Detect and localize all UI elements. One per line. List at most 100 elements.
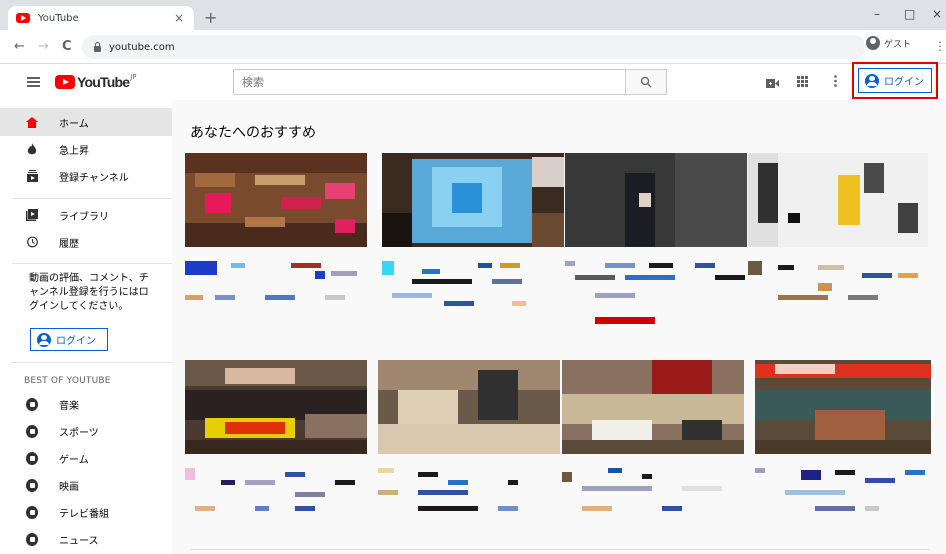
sidebar-login-button[interactable]: ログイン <box>30 328 108 351</box>
gaming-icon <box>26 451 38 465</box>
video-thumbnail[interactable] <box>185 360 367 454</box>
video-thumbnail[interactable] <box>382 153 564 247</box>
sidebar-item-label: 急上昇 <box>59 145 89 157</box>
video-card[interactable] <box>748 153 928 333</box>
search-bar <box>233 69 667 95</box>
guest-profile-icon <box>866 36 880 50</box>
video-card[interactable] <box>562 360 744 540</box>
hamburger-menu-icon[interactable] <box>27 77 40 87</box>
video-card[interactable] <box>755 360 931 540</box>
back-button[interactable]: ← <box>14 39 25 54</box>
history-icon <box>26 236 38 248</box>
close-window-button[interactable]: × <box>932 7 942 21</box>
sidebar-item-label: テレビ番組 <box>59 508 109 520</box>
address-bar[interactable]: youtube.com <box>82 35 866 59</box>
sports-icon <box>26 424 38 438</box>
video-card[interactable] <box>382 153 564 333</box>
music-icon <box>26 397 38 411</box>
search-input[interactable] <box>233 69 625 95</box>
tab-close-icon[interactable]: × <box>172 11 186 25</box>
logo-text: YouTube <box>77 74 130 90</box>
browser-tab[interactable]: YouTube × <box>8 6 194 30</box>
video-card[interactable] <box>185 360 367 540</box>
minimize-button[interactable]: – <box>874 7 880 21</box>
section-title: あなたへのおすすめ <box>190 125 316 141</box>
video-metadata <box>755 468 937 548</box>
tv-icon <box>26 505 38 519</box>
sidebar-item-gaming[interactable]: ゲーム <box>0 444 172 472</box>
account-circle-icon <box>37 332 51 347</box>
sidebar-item-sports[interactable]: スポーツ <box>0 417 172 445</box>
tab-title: YouTube <box>38 12 79 24</box>
sidebar-item-subscriptions[interactable]: 登録チャンネル <box>0 162 172 190</box>
main-content: あなたへのおすすめ <box>172 100 946 554</box>
video-thumbnail[interactable] <box>378 360 560 454</box>
sidebar-item-library[interactable]: ライブラリ <box>0 201 172 229</box>
youtube-logo[interactable]: YouTube JP <box>55 73 137 90</box>
movies-icon <box>26 478 38 492</box>
video-thumbnail[interactable] <box>565 153 747 247</box>
browser-menu-icon[interactable]: ⋮ <box>934 39 946 53</box>
login-button[interactable]: ログイン <box>858 68 932 93</box>
video-thumbnail[interactable] <box>185 153 367 247</box>
sidebar: ホーム 急上昇 登録チャンネル ライブラリ 履歴 動画の評価、コメント、チャンネ… <box>0 100 172 554</box>
new-tab-button[interactable]: + <box>204 8 217 27</box>
sidebar-item-tv-shows[interactable]: テレビ番組 <box>0 498 172 526</box>
reload-button[interactable]: C <box>62 39 72 54</box>
youtube-play-icon <box>55 75 75 89</box>
sidebar-item-label: 映画 <box>59 481 79 493</box>
video-metadata <box>562 468 744 548</box>
video-metadata <box>185 261 367 341</box>
video-metadata <box>382 261 564 341</box>
lock-icon <box>94 41 101 52</box>
profile-button[interactable]: ゲスト <box>866 36 911 50</box>
sidebar-item-label: ゲーム <box>59 454 89 466</box>
login-label: ログイン <box>884 77 924 88</box>
video-card[interactable] <box>565 153 747 333</box>
apps-icon[interactable] <box>797 76 808 90</box>
create-video-icon[interactable] <box>766 78 779 91</box>
browser-toolbar: ← → C youtube.com ゲスト ⋮ <box>0 30 946 64</box>
news-icon <box>26 532 38 546</box>
sidebar-divider <box>12 263 172 264</box>
sidebar-item-label: 登録チャンネル <box>59 172 129 184</box>
sidebar-divider <box>12 362 172 363</box>
sidebar-item-label: スポーツ <box>59 427 99 439</box>
video-thumbnail[interactable] <box>562 360 744 454</box>
video-thumbnail[interactable] <box>748 153 928 247</box>
youtube-masthead: YouTube JP <box>0 64 946 100</box>
video-card[interactable] <box>185 153 367 333</box>
sidebar-item-home[interactable]: ホーム <box>0 108 172 136</box>
login-highlight-box: ログイン <box>852 62 938 99</box>
sidebar-item-label: ライブラリ <box>59 211 109 223</box>
login-prompt-text: 動画の評価、コメント、チャンネル登録を行うにはログインしてください。 <box>29 273 149 312</box>
sidebar-item-label: ホーム <box>59 118 89 130</box>
sidebar-divider <box>12 198 172 199</box>
settings-menu-icon[interactable] <box>834 75 837 90</box>
forward-button[interactable]: → <box>38 39 49 54</box>
sidebar-item-music[interactable]: 音楽 <box>0 390 172 418</box>
video-metadata <box>378 468 560 548</box>
sidebar-item-trending[interactable]: 急上昇 <box>0 135 172 163</box>
trending-icon <box>26 143 38 155</box>
sidebar-item-label: 音楽 <box>59 400 79 412</box>
video-metadata <box>748 261 930 341</box>
login-label: ログイン <box>56 336 96 347</box>
video-card[interactable] <box>378 360 560 540</box>
browser-tab-strip: YouTube × + – □ × <box>0 0 946 30</box>
sidebar-item-label: 履歴 <box>59 238 79 250</box>
search-icon <box>640 76 652 88</box>
video-thumbnail[interactable] <box>755 360 931 454</box>
sidebar-item-news[interactable]: ニュース <box>0 525 172 553</box>
content-divider <box>190 549 930 550</box>
logo-region: JP <box>130 73 137 81</box>
sidebar-item-history[interactable]: 履歴 <box>0 228 172 256</box>
url-text: youtube.com <box>109 41 175 53</box>
video-metadata <box>565 261 747 341</box>
maximize-button[interactable]: □ <box>904 7 915 21</box>
library-icon <box>26 209 38 221</box>
youtube-favicon-icon <box>16 13 30 23</box>
search-button[interactable] <box>625 69 667 95</box>
sidebar-item-movies[interactable]: 映画 <box>0 471 172 499</box>
sidebar-item-label: ニュース <box>59 535 99 547</box>
